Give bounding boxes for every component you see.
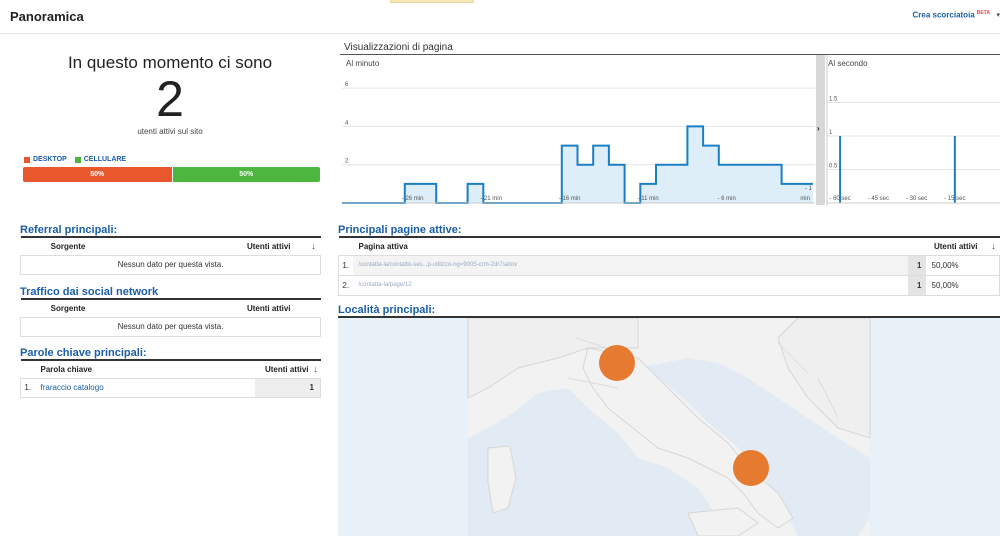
table-row: 1. fraraccio catalogo 1: [20, 378, 321, 398]
minute-ytick: 4: [345, 120, 349, 126]
page-pct: 50,00%: [931, 260, 959, 270]
per-minute-label: Al minuto: [346, 59, 380, 68]
legend-desktop-label: DESKTOP: [33, 156, 67, 163]
desktop-swatch: [24, 156, 30, 163]
legend-mobile-label: CELLULARE: [83, 156, 127, 163]
referral-title: Referral principali:: [20, 224, 118, 236]
referral-col-users[interactable]: Utenti attivi: [115, 236, 307, 256]
page-path-link[interactable]: /contatta-la/page/12: [352, 275, 908, 296]
keywords-col-index: [20, 359, 35, 379]
second-ytick: 1.5: [829, 97, 838, 103]
mobile-swatch: [74, 156, 81, 163]
pageviews-chart-svg: 642- 26 min - 21 min - 16 min - 11 min - 6 m…: [342, 55, 1000, 206]
keyword-users: 1: [254, 378, 321, 398]
locations-map[interactable]: [338, 318, 1000, 536]
minute-xtick: min: [800, 196, 810, 202]
keywords-sort-arrow-icon[interactable]: ↓: [310, 359, 321, 379]
locations-title: Località principali:: [338, 304, 436, 316]
pageviews-chart: 642- 26 min - 21 min - 16 min - 11 min - 6 m…: [340, 54, 1000, 206]
chart-splitter-handle[interactable]: ›: [816, 55, 825, 205]
row-index: 2.: [338, 275, 353, 296]
referral-col-source[interactable]: Sorgente: [20, 236, 116, 256]
active-now-title: In questo momento ci sono: [67, 53, 273, 72]
page-users-cell: 1 50,00%: [907, 275, 1000, 296]
location-marker-north[interactable]: [599, 345, 635, 381]
keywords-title: Parole chiave principali:: [20, 347, 147, 359]
pages-title: Principali pagine attive:: [338, 224, 462, 236]
active-users-subtitle: utenti attivi sul sito: [137, 127, 203, 136]
social-col-users[interactable]: Utenti attivi: [115, 298, 321, 318]
pages-sort-arrow-icon[interactable]: ↓: [987, 236, 1000, 256]
second-xtick: - 45 sec: [868, 196, 889, 202]
mobile-share: 50%: [171, 167, 320, 182]
map-svg: [338, 318, 1000, 536]
chevron-right-icon[interactable]: ›: [817, 124, 820, 133]
second-ytick: 1: [829, 130, 833, 136]
social-title: Traffico dai social network: [20, 286, 159, 298]
pages-col-users[interactable]: Utenti attivi: [907, 236, 988, 256]
referral-empty: Nessun dato per questa vista.: [20, 255, 321, 275]
minute-xtick: - 16 min: [559, 196, 581, 202]
create-shortcut-label[interactable]: Crea scorciatoia: [912, 11, 974, 20]
page-path-link[interactable]: /contatta-la/contatto-ses...p-utilizzo-n…: [352, 255, 908, 276]
social-col-source[interactable]: Sorgente: [20, 298, 116, 318]
keywords-table: Parola chiave Utenti attivi ↓ 1. fraracc…: [20, 359, 321, 398]
minute-xtick: - 26 min: [402, 196, 424, 202]
page-pct: 50,00%: [931, 280, 959, 290]
second-bar: [839, 136, 842, 203]
referral-col-users-label[interactable]: Utenti attivi: [247, 242, 291, 251]
beta-badge: BETA: [976, 10, 990, 16]
row-index: 1.: [338, 255, 353, 276]
legend-desktop: DESKTOP: [24, 156, 67, 163]
per-second-label: Al secondo: [828, 59, 868, 68]
row-index: 1.: [20, 378, 35, 398]
table-row: 1. /contatta-la/contatto-ses...p-utilizz…: [338, 255, 1000, 276]
minute-xtick: - 21 min: [480, 196, 502, 202]
minute-ytick: 2: [345, 159, 349, 165]
minute-xtick: - 11 min: [638, 196, 659, 202]
table-row: 2. /contatta-la/page/12 1 50,00%: [338, 275, 1000, 296]
minute-ytick: 6: [345, 82, 349, 88]
active-users-count: 2: [156, 71, 184, 127]
minute-xtick: - 6 min: [717, 196, 735, 202]
second-xtick: - 60 sec: [829, 196, 850, 202]
sort-arrow-icon[interactable]: ↓: [306, 236, 321, 256]
device-legend: DESKTOP CELLULARE: [24, 156, 126, 163]
header: Panoramica Crea scorciatoia BETA ▾: [0, 0, 1000, 34]
second-bar: [953, 136, 956, 203]
social-table: Sorgente Utenti attivi Nessun dato per q…: [20, 298, 321, 337]
page-users: 1: [907, 255, 926, 275]
device-split-bar: 50% 50%: [23, 167, 320, 182]
minute-end-label: - 1: [805, 186, 813, 192]
second-xtick: - 15 sec: [944, 196, 965, 202]
keywords-col-users[interactable]: Utenti attivi: [254, 359, 311, 379]
location-marker-south[interactable]: [733, 450, 769, 486]
second-ytick: 0.5: [829, 164, 838, 170]
social-empty: Nessun dato per questa vista.: [20, 317, 321, 337]
pages-col-index: [338, 236, 353, 256]
page-users-cell: 1 50,00%: [907, 255, 1000, 276]
referral-table: Sorgente Utenti attivi ↓ Nessun dato per…: [20, 236, 321, 275]
pages-col-page[interactable]: Pagina attiva: [352, 236, 908, 256]
legend-mobile: CELLULARE: [74, 156, 127, 163]
create-shortcut-link[interactable]: Crea scorciatoia BETA: [912, 10, 990, 20]
chart-title: Visualizzazioni di pagina: [344, 42, 453, 53]
pages-table: Pagina attiva Utenti attivi ↓ 1. /contat…: [338, 236, 1000, 296]
shortcut-caret-icon[interactable]: ▾: [996, 11, 1000, 19]
keywords-col-keyword[interactable]: Parola chiave: [34, 359, 255, 379]
second-xtick: - 30 sec: [906, 196, 927, 202]
page-title: Panoramica: [10, 9, 84, 24]
desktop-share: 50%: [23, 167, 172, 182]
page-users: 1: [907, 275, 926, 295]
keyword-link[interactable]: fraraccio catalogo: [34, 378, 255, 398]
